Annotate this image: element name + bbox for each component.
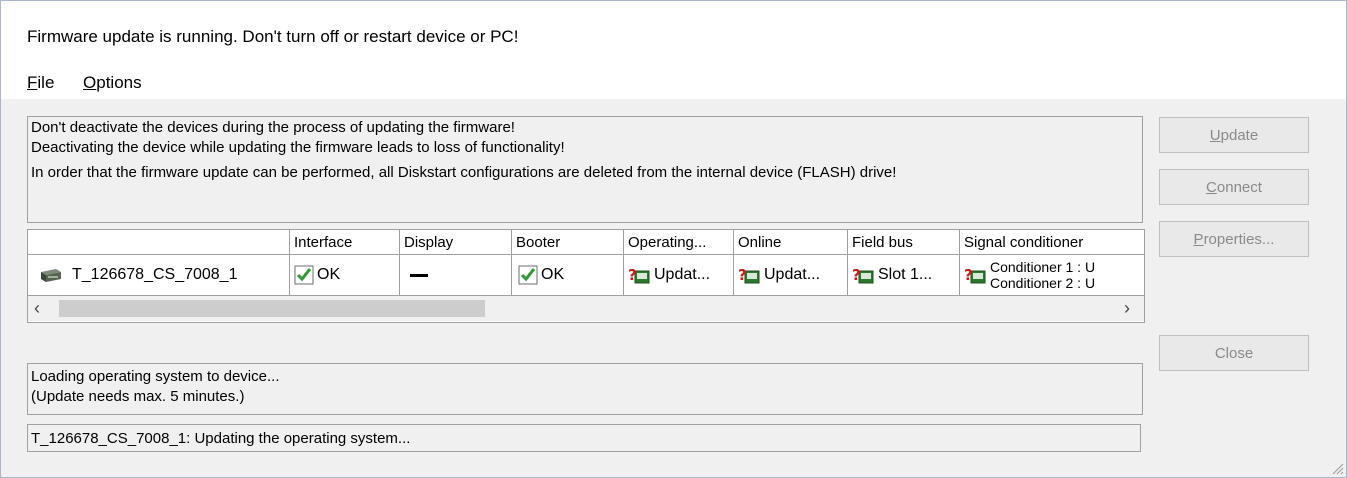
menu-options-mnemonic: O [83, 73, 97, 92]
scroll-right-icon[interactable]: › [1124, 298, 1130, 318]
warning-message-box: Don't deactivate the devices during the … [27, 116, 1143, 223]
warning-line-2: Deactivating the device while updating t… [31, 139, 565, 156]
properties-button[interactable]: Properties... [1159, 221, 1309, 257]
online-status: Updat... [764, 266, 821, 283]
progress-message-box: Loading operating system to device... (U… [27, 363, 1143, 415]
interface-cell[interactable]: OK [290, 255, 400, 296]
signal-conditioner-1: Conditioner 1 : U [990, 259, 1096, 275]
svg-text:?: ? [738, 266, 747, 284]
svg-text:?: ? [852, 266, 861, 284]
column-header-booter[interactable]: Booter [512, 230, 624, 255]
update-button[interactable]: Update [1159, 117, 1309, 153]
booter-status: OK [541, 266, 565, 283]
signal-conditioner-2: Conditioner 2 : U [990, 275, 1096, 291]
title-bar: Firmware update is running. Don't turn o… [1, 1, 1346, 61]
firmware-update-window: Firmware update is running. Don't turn o… [0, 0, 1347, 478]
operating-status: Updat... [654, 266, 711, 283]
progress-line-2: (Update needs max. 5 minutes.) [31, 388, 245, 405]
signal-conditioner-lines: Conditioner 1 : U Conditioner 2 : U [990, 259, 1095, 291]
device-name: T_126678_CS_7008_1 [72, 266, 238, 283]
update-label: pdate [1220, 127, 1259, 144]
status-detail: T_126678_CS_7008_1: Updating the operati… [27, 424, 1141, 452]
menu-bar: File Options [1, 61, 1346, 99]
fieldbus-status: Slot 1... [878, 266, 933, 283]
menu-options-label: ptions [96, 73, 142, 92]
unknown-device-icon: ? [964, 266, 986, 284]
connect-label: onnect [1216, 179, 1262, 196]
connect-button[interactable]: Connect [1159, 169, 1309, 205]
properties-label: roperties... [1203, 231, 1275, 248]
check-icon [294, 265, 314, 285]
operating-cell[interactable]: ? Updat... [624, 255, 734, 296]
column-header-display[interactable]: Display [400, 230, 512, 255]
device-icon [41, 269, 61, 282]
svg-text:?: ? [964, 266, 973, 284]
column-header-fieldbus[interactable]: Field bus [848, 230, 960, 255]
svg-text:?: ? [628, 266, 637, 284]
column-header-interface[interactable]: Interface [290, 230, 400, 255]
device-grid: Interface Display Booter Operating... On… [27, 229, 1145, 323]
column-header-operating[interactable]: Operating... [624, 230, 734, 255]
connect-mnemonic: C [1206, 179, 1217, 196]
close-button[interactable]: Close [1159, 335, 1309, 371]
window-title: Firmware update is running. Don't turn o… [27, 27, 519, 46]
column-header-online[interactable]: Online [734, 230, 848, 255]
fieldbus-cell[interactable]: ? Slot 1... [848, 255, 960, 296]
column-header-signal-conditioner[interactable]: Signal conditioner [960, 230, 1144, 255]
interface-status: OK [317, 266, 341, 283]
menu-file-label: ile [37, 73, 55, 92]
display-cell[interactable] [400, 255, 512, 296]
booter-cell[interactable]: OK [512, 255, 624, 296]
device-cell[interactable]: T_126678_CS_7008_1 [28, 255, 290, 296]
scroll-left-icon[interactable]: ‹ [34, 298, 40, 318]
warning-line-3: In order that the firmware update can be… [31, 164, 897, 181]
update-mnemonic: U [1209, 127, 1221, 144]
column-header-device[interactable] [28, 230, 290, 255]
resize-grip-icon[interactable] [1330, 461, 1344, 475]
unknown-device-icon: ? [628, 266, 650, 284]
properties-mnemonic: P [1193, 231, 1204, 248]
unknown-device-icon: ? [738, 266, 760, 284]
menu-file-mnemonic: F [27, 73, 38, 92]
unknown-device-icon: ? [852, 266, 874, 284]
dialog-client: Don't deactivate the devices during the … [1, 99, 1346, 477]
signal-conditioner-cell[interactable]: ? Conditioner 1 : U Conditioner 2 : U [960, 255, 1144, 296]
online-cell[interactable]: ? Updat... [734, 255, 848, 296]
warning-line-1: Don't deactivate the devices during the … [31, 119, 515, 136]
dash-icon [410, 273, 428, 277]
scrollbar-thumb[interactable] [59, 300, 485, 317]
progress-line-1: Loading operating system to device... [31, 368, 280, 385]
menu-file[interactable]: File [27, 73, 54, 93]
horizontal-scrollbar[interactable]: ‹ › [28, 296, 1144, 321]
check-icon [518, 265, 538, 285]
menu-options[interactable]: Options [83, 73, 142, 93]
